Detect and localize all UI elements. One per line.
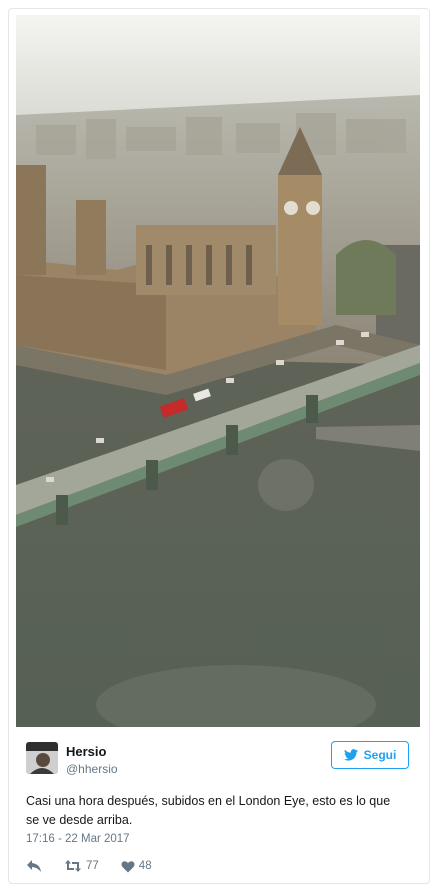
tweet-photo[interactable] xyxy=(16,15,420,727)
heart-icon xyxy=(121,860,135,872)
like-button[interactable]: 48 xyxy=(121,860,152,873)
avatar[interactable] xyxy=(26,742,58,774)
retweet-icon xyxy=(65,860,81,872)
westminster-aerial-image xyxy=(16,15,420,727)
follow-button-label: Segui xyxy=(363,748,397,762)
author-name[interactable]: Hersio xyxy=(66,744,106,759)
like-count: 48 xyxy=(138,860,152,872)
reply-button[interactable] xyxy=(26,859,42,873)
reply-icon xyxy=(27,860,41,872)
tweet-timestamp[interactable]: 17:16 - 22 Mar 2017 xyxy=(26,833,130,845)
retweet-button[interactable]: 77 xyxy=(64,859,99,873)
author-handle[interactable]: @hhersio xyxy=(66,762,118,776)
tweet-actions: 77 48 xyxy=(26,857,174,875)
tweet-card: Hersio @hhersio Segui Casi una hora desp… xyxy=(8,8,430,884)
tweet-text: Casi una hora después, subidos en el Lon… xyxy=(26,794,391,827)
follow-button[interactable]: Segui xyxy=(331,741,409,769)
twitter-bird-icon xyxy=(343,749,358,761)
retweet-count: 77 xyxy=(86,860,99,872)
